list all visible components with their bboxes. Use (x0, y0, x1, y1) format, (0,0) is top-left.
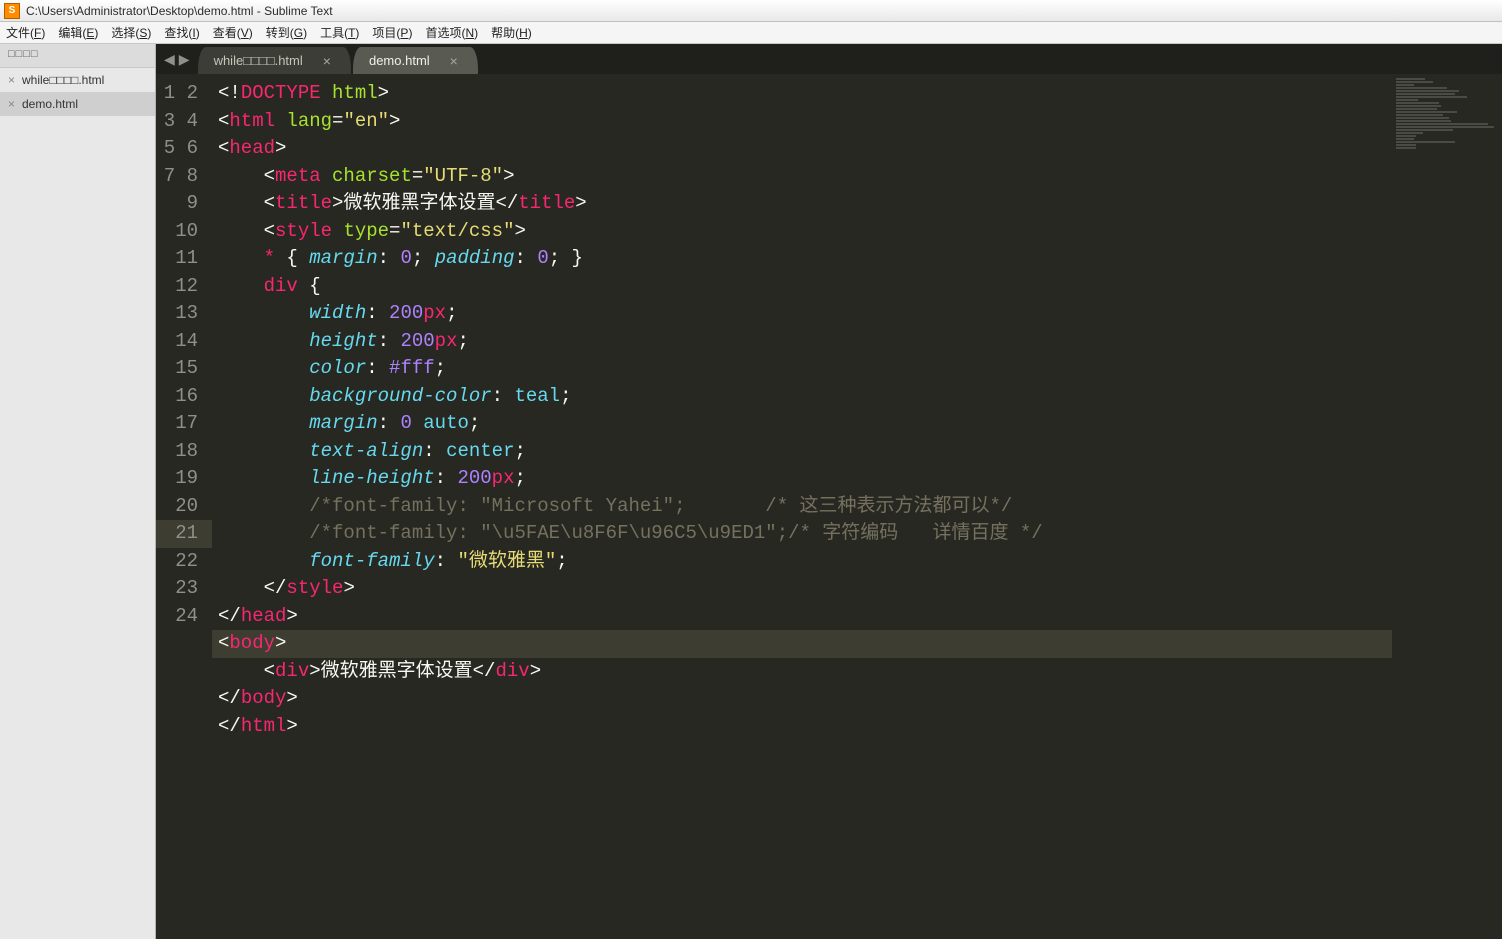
close-icon[interactable]: × (323, 53, 331, 69)
tab-label: demo.html (369, 53, 430, 68)
titlebar: S C:\Users\Administrator\Desktop\demo.ht… (0, 0, 1502, 22)
sidebar-item[interactable]: × while□□□□.html (0, 68, 155, 92)
window-title: C:\Users\Administrator\Desktop\demo.html… (26, 4, 333, 18)
tab-next-icon[interactable]: ▶ (179, 51, 190, 68)
editor-area: ◀ ▶ while□□□□.html × demo.html × 1 2 3 4 5 … (156, 44, 1502, 939)
minimap-line (1396, 105, 1441, 107)
minimap-line (1396, 117, 1449, 119)
menu-t[interactable]: 工具(T) (320, 24, 359, 41)
minimap-line (1396, 114, 1443, 116)
editor-body[interactable]: 1 2 3 4 5 6 7 8 9 10 11 12 13 14 15 16 1… (156, 74, 1502, 939)
sidebar-item[interactable]: × demo.html (0, 92, 155, 116)
sidebar-item-label: demo.html (22, 97, 78, 111)
code-area[interactable]: <!DOCTYPE html> <html lang="en"> <head> … (212, 74, 1392, 939)
minimap-line (1396, 141, 1455, 143)
menu-p[interactable]: 项目(P) (372, 24, 412, 41)
minimap-line (1396, 138, 1414, 140)
minimap-line (1396, 90, 1459, 92)
sidebar-item-label: while□□□□.html (22, 73, 104, 87)
minimap-line (1396, 102, 1439, 104)
minimap-line (1396, 87, 1447, 89)
minimap-line (1396, 132, 1423, 134)
close-icon[interactable]: × (450, 53, 458, 69)
sidebar: □□□□ × while□□□□.html × demo.html (0, 44, 156, 939)
minimap-line (1396, 129, 1453, 131)
sidebar-header: □□□□ (0, 44, 155, 68)
tab-label: while□□□□.html (214, 53, 303, 68)
minimap-line (1396, 93, 1455, 95)
minimap-line (1396, 147, 1416, 149)
menu-f[interactable]: 文件(F) (6, 24, 45, 41)
tabbar: ◀ ▶ while□□□□.html × demo.html × (156, 44, 1502, 74)
tab[interactable]: while□□□□.html × (198, 47, 351, 74)
gutter: 1 2 3 4 5 6 7 8 9 10 11 12 13 14 15 16 1… (156, 74, 212, 939)
close-icon[interactable]: × (8, 100, 16, 108)
minimap-line (1396, 135, 1416, 137)
menu-g[interactable]: 转到(G) (266, 24, 307, 41)
menubar: 文件(F) 编辑(E) 选择(S) 查找(I) 查看(V) 转到(G) 工具(T) 项目(P)… (0, 22, 1502, 44)
minimap-line (1396, 111, 1457, 113)
tab[interactable]: demo.html × (353, 47, 478, 74)
minimap-line (1396, 108, 1437, 110)
minimap-line (1396, 96, 1467, 98)
minimap-line (1396, 123, 1488, 125)
menu-v[interactable]: 查看(V) (213, 24, 253, 41)
minimap-line (1396, 126, 1494, 128)
menu-e[interactable]: 编辑(E) (58, 24, 98, 41)
menu-s[interactable]: 选择(S) (111, 24, 151, 41)
minimap-line (1396, 144, 1416, 146)
close-icon[interactable]: × (8, 76, 16, 84)
minimap-line (1396, 81, 1433, 83)
tab-nav[interactable]: ◀ ▶ (156, 44, 198, 74)
menu-i[interactable]: 查找(I) (164, 24, 199, 41)
minimap-line (1396, 99, 1418, 101)
app-icon: S (4, 3, 20, 19)
menu-n[interactable]: 首选项(N) (425, 24, 478, 41)
minimap-line (1396, 78, 1425, 80)
tab-prev-icon[interactable]: ◀ (164, 51, 175, 68)
minimap-line (1396, 84, 1414, 86)
minimap-line (1396, 120, 1451, 122)
minimap[interactable] (1392, 74, 1502, 939)
menu-h[interactable]: 帮助(H) (491, 24, 532, 41)
